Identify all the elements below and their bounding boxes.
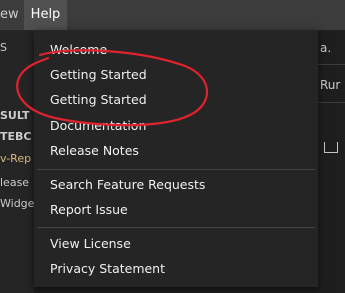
cart-icon — [324, 142, 338, 153]
menu-help[interactable]: Help — [24, 0, 67, 30]
editor-text: Rur — [320, 78, 341, 92]
menu-item-getting-started[interactable]: Getting Started — [50, 89, 147, 111]
editor-background: a. Rur — [318, 30, 345, 293]
side-panel-background: S SULT TEBC v-Rep lease Widge — [0, 30, 34, 293]
menu-item-documentation[interactable]: Documentation — [50, 115, 146, 137]
editor-text: a. — [320, 41, 332, 55]
menu-item-view-license[interactable]: View License — [50, 233, 131, 255]
divider — [318, 64, 345, 65]
side-text: lease — [0, 176, 30, 189]
menu-item-search-feature-requests[interactable]: Search Feature Requests — [50, 174, 205, 196]
menu-item-privacy-statement[interactable]: Privacy Statement — [50, 258, 165, 280]
menu-item-welcome[interactable]: Welcome — [50, 39, 107, 61]
side-text: Widge — [0, 197, 34, 210]
side-text: S — [0, 41, 7, 54]
menu-view[interactable]: ew — [0, 0, 25, 30]
menu-separator — [37, 169, 315, 170]
menu-item-getting-started[interactable]: Getting Started — [50, 64, 147, 86]
side-text: SULT — [0, 109, 30, 122]
menu-item-report-issue[interactable]: Report Issue — [50, 199, 128, 221]
divider — [318, 102, 345, 103]
menu-item-release-notes[interactable]: Release Notes — [50, 140, 139, 162]
menu-bar: ew Help — [0, 0, 345, 30]
side-text: TEBC — [0, 130, 32, 143]
help-menu-dropdown: Welcome Getting Started Getting Started … — [34, 30, 318, 287]
menu-separator — [37, 227, 315, 228]
side-text: v-Rep — [0, 152, 32, 165]
